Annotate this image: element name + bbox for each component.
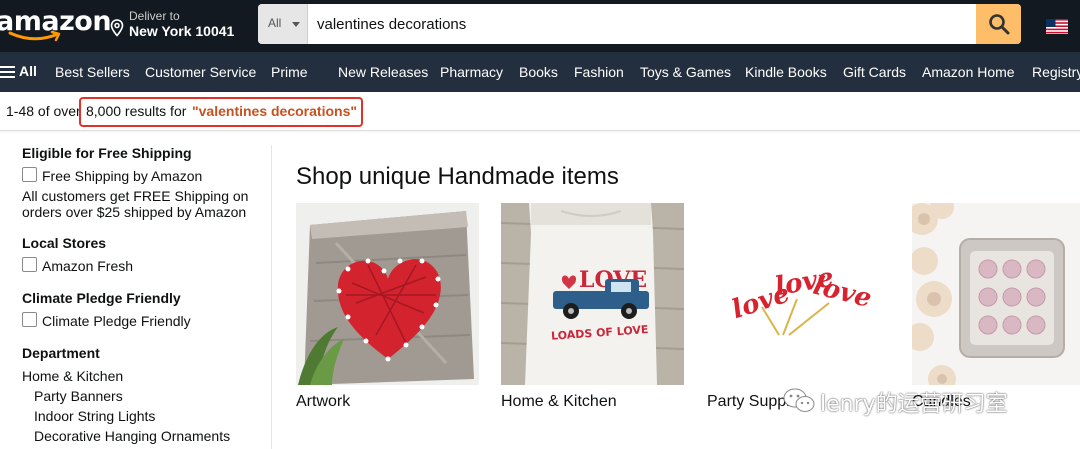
amazon-logo[interactable]: amazon	[0, 4, 112, 44]
wechat-icon	[783, 388, 815, 412]
nav-item-customer-service[interactable]: Customer Service	[145, 64, 256, 80]
department-party-banners[interactable]: Party Banners	[34, 388, 123, 404]
filter-heading-department: Department	[22, 345, 100, 361]
candle-tin-image	[912, 203, 1080, 385]
department-indoor-string-lights[interactable]: Indoor String Lights	[34, 408, 155, 424]
department-hanging-ornaments[interactable]: Decorative Hanging Ornaments	[34, 428, 230, 444]
department-home-kitchen[interactable]: Home & Kitchen	[22, 368, 123, 384]
search-category-dropdown[interactable]: All	[258, 4, 308, 44]
results-range: 1-48 of over	[6, 103, 81, 119]
filter-heading-local-stores: Local Stores	[22, 235, 107, 251]
location-pin-icon	[110, 19, 124, 37]
free-shipping-note-line2: orders over $25 shipped by Amazon	[22, 204, 247, 220]
free-shipping-checkbox[interactable]	[22, 167, 37, 182]
nav-item-new-releases[interactable]: New Releases	[338, 64, 428, 80]
nav-item-prime[interactable]: Prime	[271, 64, 308, 80]
nav-item-books[interactable]: Books	[519, 64, 558, 80]
search-bar: All	[258, 4, 1021, 44]
deliver-label: Deliver to	[129, 9, 180, 23]
string-heart-artwork-image	[296, 203, 479, 385]
watermark-text: lenry的运营研习室	[820, 392, 1008, 417]
handmade-section-title: Shop unique Handmade items	[296, 163, 619, 190]
free-shipping-note-line1: All customers get FREE Shipping on	[22, 188, 249, 204]
nav-item-registry[interactable]: Registry	[1032, 64, 1080, 80]
sidebar-divider	[271, 145, 272, 449]
filter-heading-climate: Climate Pledge Friendly	[22, 290, 181, 306]
amazon-fresh-checkbox[interactable]	[22, 257, 37, 272]
handmade-card-artwork-image[interactable]	[296, 203, 479, 385]
climate-pledge-checkbox[interactable]	[22, 312, 37, 327]
amazon-fresh-option[interactable]: Amazon Fresh	[42, 258, 133, 274]
climate-pledge-option[interactable]: Climate Pledge Friendly	[42, 313, 191, 329]
filter-heading-free-shipping: Eligible for Free Shipping	[22, 145, 192, 161]
nav-bar: All Best Sellers Customer Service Prime …	[0, 52, 1080, 92]
nav-item-best-sellers[interactable]: Best Sellers	[55, 64, 130, 80]
nav-item-toys-games[interactable]: Toys & Games	[640, 64, 731, 80]
search-input[interactable]	[308, 4, 976, 44]
deliver-to[interactable]: Deliver to New York 10041	[108, 7, 248, 43]
deliver-location: New York 10041	[129, 23, 235, 39]
tea-towel-image: LOVE LOADS OF LOVE	[501, 203, 684, 385]
results-highlight-box	[79, 97, 363, 127]
logo-smile-icon	[8, 30, 61, 42]
love-cake-topper-image: love love love	[707, 203, 890, 385]
handmade-card-candles-image[interactable]	[912, 203, 1080, 385]
nav-item-fashion[interactable]: Fashion	[574, 64, 624, 80]
us-flag-icon[interactable]	[1046, 19, 1068, 34]
hamburger-menu-icon	[0, 66, 15, 78]
nav-item-pharmacy[interactable]: Pharmacy	[440, 64, 503, 80]
handmade-card-artwork-label[interactable]: Artwork	[296, 393, 350, 411]
handmade-card-party-supplies-image[interactable]: love love love	[707, 203, 890, 385]
handmade-card-home-kitchen-image[interactable]: LOVE LOADS OF LOVE	[501, 203, 684, 385]
nav-item-kindle-books[interactable]: Kindle Books	[745, 64, 827, 80]
search-button[interactable]	[976, 4, 1021, 44]
nav-item-gift-cards[interactable]: Gift Cards	[843, 64, 906, 80]
caret-down-icon	[292, 22, 300, 27]
search-icon	[989, 14, 1010, 35]
nav-item-amazon-home[interactable]: Amazon Home	[922, 64, 1015, 80]
handmade-card-home-kitchen-label[interactable]: Home & Kitchen	[501, 393, 617, 411]
free-shipping-option[interactable]: Free Shipping by Amazon	[42, 168, 202, 184]
top-header: amazon Deliver to New York 10041 All	[0, 0, 1080, 52]
